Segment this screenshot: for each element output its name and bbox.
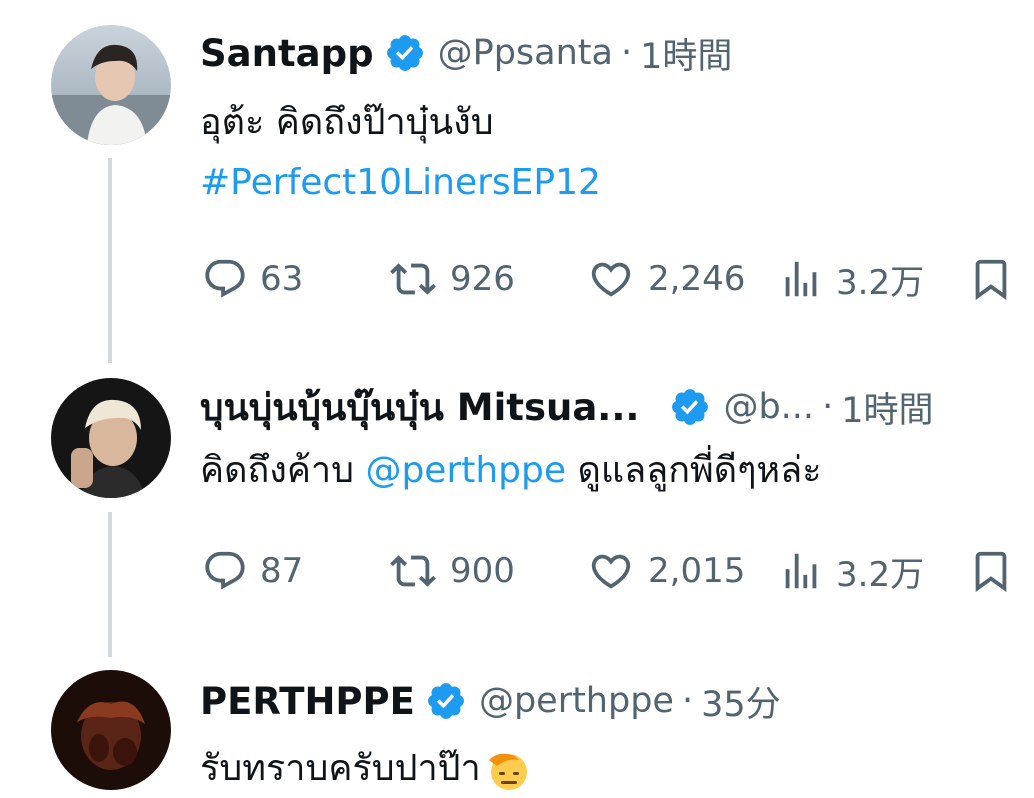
reply-count: 63	[260, 259, 304, 299]
like-count: 2,246	[648, 259, 746, 299]
avatar[interactable]	[51, 670, 171, 790]
tweet-text: อุต้ะ คิดถึงป๊าบุ๋นงับ	[200, 102, 494, 143]
tweet-text-body: รับทราบครับปาป๊า	[200, 748, 481, 789]
tweet-header: Santapp @Ppsanta · 1時間	[200, 28, 732, 78]
retweet-count: 900	[450, 551, 515, 591]
separator: ·	[620, 33, 633, 73]
retweet-icon	[390, 555, 436, 587]
retweet-count: 926	[450, 259, 515, 299]
tweet-text-before: คิดถึงค้าบ	[200, 450, 354, 491]
hashtag-link[interactable]: #Perfect10LinersEP12	[200, 158, 601, 208]
reply-button[interactable]: 63	[202, 254, 303, 304]
mention-link[interactable]: @perthppe	[365, 450, 566, 491]
timestamp[interactable]: 35分	[701, 676, 781, 727]
bookmark-button[interactable]	[968, 546, 1014, 596]
timestamp[interactable]: 1時間	[640, 28, 732, 79]
views-icon	[785, 261, 817, 297]
tweet[interactable]: บุนบุ่นบุ้นบุ๊นบุ๋น Mitsua... @b... · 1時…	[0, 360, 1034, 660]
verified-badge-icon	[672, 389, 709, 425]
tweet-header: PERTHPPE @perthppe · 35分	[200, 676, 781, 726]
author-handle[interactable]: @Ppsanta	[438, 33, 613, 73]
tweet-text-after: ดูแลลูกพี่ดีๆหล่ะ	[577, 450, 822, 491]
retweet-icon	[390, 263, 436, 295]
avatar[interactable]	[51, 378, 171, 498]
reply-icon	[205, 259, 245, 298]
author-name[interactable]: PERTHPPE	[200, 680, 415, 723]
view-count: 3.2万	[836, 262, 925, 303]
retweet-button[interactable]: 900	[388, 546, 515, 596]
saluting-face-icon	[488, 753, 527, 790]
author-handle[interactable]: @perthppe	[479, 681, 674, 721]
like-button[interactable]: 2,246	[586, 254, 745, 304]
verified-badge-icon	[386, 35, 423, 71]
author-name[interactable]: Santapp	[200, 32, 374, 75]
tweet-text: คิดถึงค้าบ @perthppe ดูแลลูกพี่ดีๆหล่ะ	[200, 446, 822, 496]
view-count: 3.2万	[836, 554, 925, 595]
bookmark-icon	[975, 259, 1007, 300]
reply-button[interactable]: 87	[202, 546, 303, 596]
separator: ·	[681, 681, 694, 721]
like-icon	[591, 262, 631, 297]
bookmark-button[interactable]	[968, 254, 1014, 304]
like-icon	[591, 554, 631, 589]
views-button[interactable]: 3.2万	[778, 254, 924, 304]
tweet[interactable]: Santapp @Ppsanta · 1時間 อุต้ะ คิดถึงป๊าบุ…	[0, 0, 1034, 360]
tweet[interactable]: PERTHPPE @perthppe · 35分 รับทราบครับปาป๊…	[0, 660, 1034, 798]
bookmark-icon	[975, 551, 1007, 592]
retweet-button[interactable]: 926	[388, 254, 515, 304]
reply-icon	[205, 551, 245, 590]
like-count: 2,015	[648, 551, 746, 591]
separator: ·	[822, 387, 834, 427]
timestamp[interactable]: 1時間	[841, 382, 933, 433]
author-handle[interactable]: @b...	[723, 387, 814, 427]
avatar[interactable]	[51, 25, 171, 145]
like-button[interactable]: 2,015	[586, 546, 745, 596]
reply-count: 87	[260, 551, 304, 591]
tweet-text: รับทราบครับปาป๊า	[200, 744, 531, 794]
tweet-header: บุนบุ่นบุ้นบุ๊นบุ๋น Mitsua... @b... · 1時…	[200, 382, 933, 432]
views-icon	[785, 553, 817, 589]
verified-badge-icon	[428, 683, 464, 719]
author-name[interactable]: บุนบุ่นบุ้นบุ๊นบุ๋น Mitsua...	[200, 378, 639, 437]
views-button[interactable]: 3.2万	[778, 546, 924, 596]
